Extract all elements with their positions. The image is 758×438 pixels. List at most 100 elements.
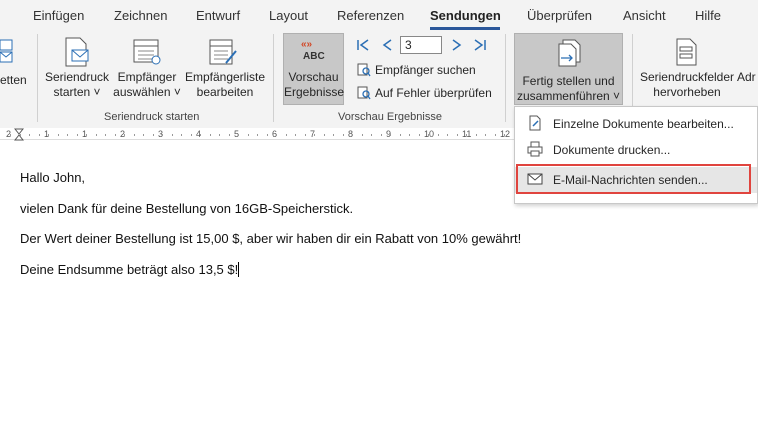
menu-item-label: Einzelne Dokumente bearbeiten... (553, 117, 734, 131)
ruler-tick (29, 134, 30, 136)
abc-icon: ABC (303, 51, 325, 62)
document-paragraph[interactable]: vielen Dank für deine Bestellung von 16G… (20, 201, 353, 216)
ruler-tick (428, 134, 429, 136)
tab-zeichnen[interactable]: Zeichnen (114, 8, 167, 23)
ruler-tick (343, 134, 344, 136)
first-record-icon[interactable] (356, 38, 370, 52)
button-label-line2: Ergebnisse (284, 85, 345, 99)
next-record-icon[interactable] (450, 38, 464, 52)
tab-hilfe[interactable]: Hilfe (695, 8, 721, 23)
vorschau-ergebnisse-button[interactable]: «» ABC Vorschau Ergebnisse (283, 33, 344, 105)
fertig-stellen-button[interactable]: Fertig stellen und zusammenführen ˅ (514, 33, 623, 105)
text-cursor (238, 262, 240, 277)
document-paragraph[interactable]: Der Wert deiner Bestellung ist 15,00 $, … (20, 231, 521, 246)
button-label-line1: Vorschau (288, 70, 339, 84)
tab-referenzen[interactable]: Referenzen (337, 8, 404, 23)
check-errors-icon (357, 86, 371, 100)
ruler-tick (20, 134, 21, 136)
ruler-tick (77, 134, 78, 136)
ruler-tick (229, 134, 230, 136)
tab-layout[interactable]: Layout (269, 8, 308, 23)
ruler-tick (58, 134, 59, 136)
find-recipient-icon (357, 63, 371, 77)
group-separator (273, 34, 274, 122)
ruler-tick (447, 134, 448, 136)
group-separator (37, 34, 38, 122)
document-paragraph[interactable]: Hallo John, (20, 170, 85, 185)
ruler-tick (438, 134, 439, 136)
menu-item-einzelne-dokumente[interactable]: Einzelne Dokumente bearbeiten... (515, 111, 757, 137)
tab-entwurf[interactable]: Entwurf (196, 8, 240, 23)
empfaengerliste-bearbeiten-button[interactable]: Empfängerliste bearbeiten (184, 70, 266, 100)
ribbon-tab-bar: Einfügen Zeichnen Entwurf Layout Referen… (0, 0, 758, 30)
ruler-tick (181, 134, 182, 136)
ruler-tick (200, 134, 201, 136)
envelope-icon (0, 39, 13, 63)
finish-merge-icon (558, 39, 581, 67)
button-label-line1: Empfänger (117, 70, 177, 84)
last-record-icon[interactable] (473, 38, 487, 52)
ruler-tick (191, 134, 192, 136)
edit-document-icon (529, 115, 541, 131)
menu-item-label: Dokumente drucken... (553, 143, 671, 157)
previous-record-icon[interactable] (380, 38, 394, 52)
button-label-line1: Empfängerliste (184, 70, 266, 84)
tab-ansicht[interactable]: Ansicht (623, 8, 666, 23)
ruler-number: 12 (500, 129, 511, 139)
printer-icon (527, 141, 543, 157)
tab-sendungen[interactable]: Sendungen (430, 8, 501, 23)
ruler-tick (96, 134, 97, 136)
ruler-tick (295, 134, 296, 136)
ruler-tick (305, 134, 306, 136)
ruler-tick (86, 134, 87, 136)
preview-arrows-icon: «» (301, 39, 313, 50)
ruler-tick (495, 134, 496, 136)
menu-item-dokumente-drucken[interactable]: Dokumente drucken... (515, 137, 757, 163)
ruler-tick (10, 134, 11, 136)
ruler-tick (419, 134, 420, 136)
empfaenger-auswaehlen-button[interactable]: Empfänger auswählen ˅ (112, 70, 182, 100)
seriendruckfelder-hervorheben-button[interactable]: Seriendruckfelder hervorheben (638, 70, 736, 100)
tab-ueberpruefen[interactable]: Überprüfen (527, 8, 592, 23)
ruler-tick (219, 134, 220, 136)
edit-recipient-list-icon (209, 39, 237, 65)
ruler-tick (400, 134, 401, 136)
ruler-tick (172, 134, 173, 136)
document-paragraph[interactable]: Deine Endsumme beträgt also 13,5 $! (20, 262, 240, 277)
ruler-tick (371, 134, 372, 136)
ruler-tick (324, 134, 325, 136)
seriendruck-starten-button[interactable]: Seriendruck starten ˅ (43, 70, 111, 100)
recipient-list-icon (133, 39, 161, 65)
ruler-tick (314, 134, 315, 136)
highlight-merge-fields-icon (676, 38, 697, 66)
group-label-seriendruck-starten: Seriendruck starten (104, 111, 200, 123)
button-label: Empfänger suchen (375, 63, 476, 77)
button-label-line1: Fertig stellen und (522, 74, 615, 88)
ruler-tick (409, 134, 410, 136)
ruler-tick (362, 134, 363, 136)
button-label-line1: Seriendruckfelder (639, 70, 735, 84)
ruler-tick (115, 134, 116, 136)
ruler-tick (504, 134, 505, 136)
button-label-line2: bearbeiten (196, 85, 254, 99)
ruler-tick (67, 134, 68, 136)
partial-right-button[interactable]: Adr (737, 70, 756, 85)
paragraph-text: Deine Endsumme beträgt also 13,5 $! (20, 262, 239, 277)
ruler-tick (162, 134, 163, 136)
button-label: Auf Fehler überprüfen (375, 86, 492, 100)
button-label-line2: starten ˅ (53, 85, 101, 99)
mail-merge-document-icon (65, 37, 89, 67)
button-label-line2: hervorheben (653, 85, 721, 99)
ruler-tick (352, 134, 353, 136)
partial-left-button[interactable]: etten (0, 73, 27, 88)
ruler-tick (457, 134, 458, 136)
ruler-tick (476, 134, 477, 136)
ruler-tick (124, 134, 125, 136)
tab-einfuegen[interactable]: Einfügen (33, 8, 84, 23)
ruler-tick (333, 134, 334, 136)
ruler-tick (267, 134, 268, 136)
ruler-number: 10 (424, 129, 435, 139)
ruler-tick (381, 134, 382, 136)
highlight-annotation-box (516, 164, 751, 194)
record-number-input[interactable]: 3 (400, 36, 442, 54)
